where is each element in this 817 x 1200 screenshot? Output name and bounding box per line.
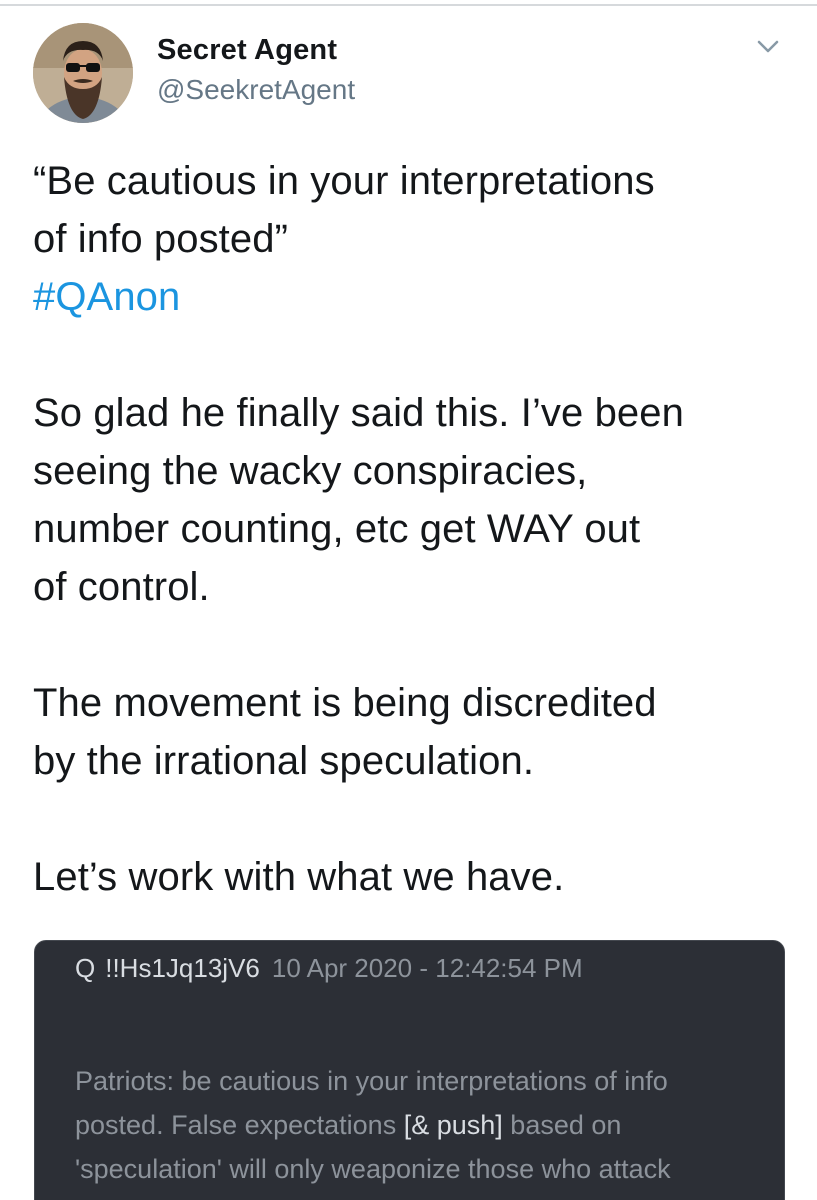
tweet-text-line: So glad he finally said this. I’ve been (33, 391, 684, 435)
tweet-text-line: of info posted” (33, 217, 288, 261)
display-name[interactable]: Secret Agent (157, 34, 337, 67)
tweet-screen: Secret Agent @SeekretAgent “Be cautious … (0, 0, 817, 1200)
hashtag-link[interactable]: #QAnon (33, 275, 180, 319)
avatar[interactable] (33, 23, 133, 123)
tweet-text-line: “Be cautious in your interpretations (33, 159, 655, 203)
tweet-text-line: by the irrational speculation. (33, 739, 535, 783)
tweet-text-line: seeing the wacky conspiracies, (33, 449, 588, 493)
avatar-image (33, 23, 133, 123)
top-divider (0, 4, 817, 6)
chevron-down-icon[interactable] (754, 36, 782, 58)
attached-screenshot[interactable]: Q !!Hs1Jq13jV6 10 Apr 2020 - 12:42:54 PM P… (34, 940, 785, 1200)
tweet-text: “Be cautious in your interpretations of … (33, 152, 793, 906)
tweet-text-line: number counting, etc get WAY out (33, 507, 641, 551)
tweet-text-line: of control. (33, 565, 210, 609)
tweet-text-line: The movement is being discredited (33, 681, 657, 725)
user-handle[interactable]: @SeekretAgent (157, 74, 355, 106)
post-author-name: Q (75, 953, 96, 983)
post-header: Q !!Hs1Jq13jV6 10 Apr 2020 - 12:42:54 PM (75, 953, 583, 984)
post-tripcode: !!Hs1Jq13jV6 (105, 953, 260, 983)
post-body-line: posted. False expectations [& push] base… (75, 1110, 622, 1140)
post-body-line: Patriots: be cautious in your interpreta… (75, 1066, 668, 1096)
post-body-bracket: [& push] (403, 1110, 503, 1140)
post-body-line: 'speculation' will only weaponize those … (75, 1154, 671, 1184)
post-timestamp: 10 Apr 2020 - 12:42:54 PM (271, 953, 583, 983)
post-body: Patriots: be cautious in your interpreta… (75, 1059, 755, 1191)
tweet-text-line: Let’s work with what we have. (33, 855, 565, 899)
